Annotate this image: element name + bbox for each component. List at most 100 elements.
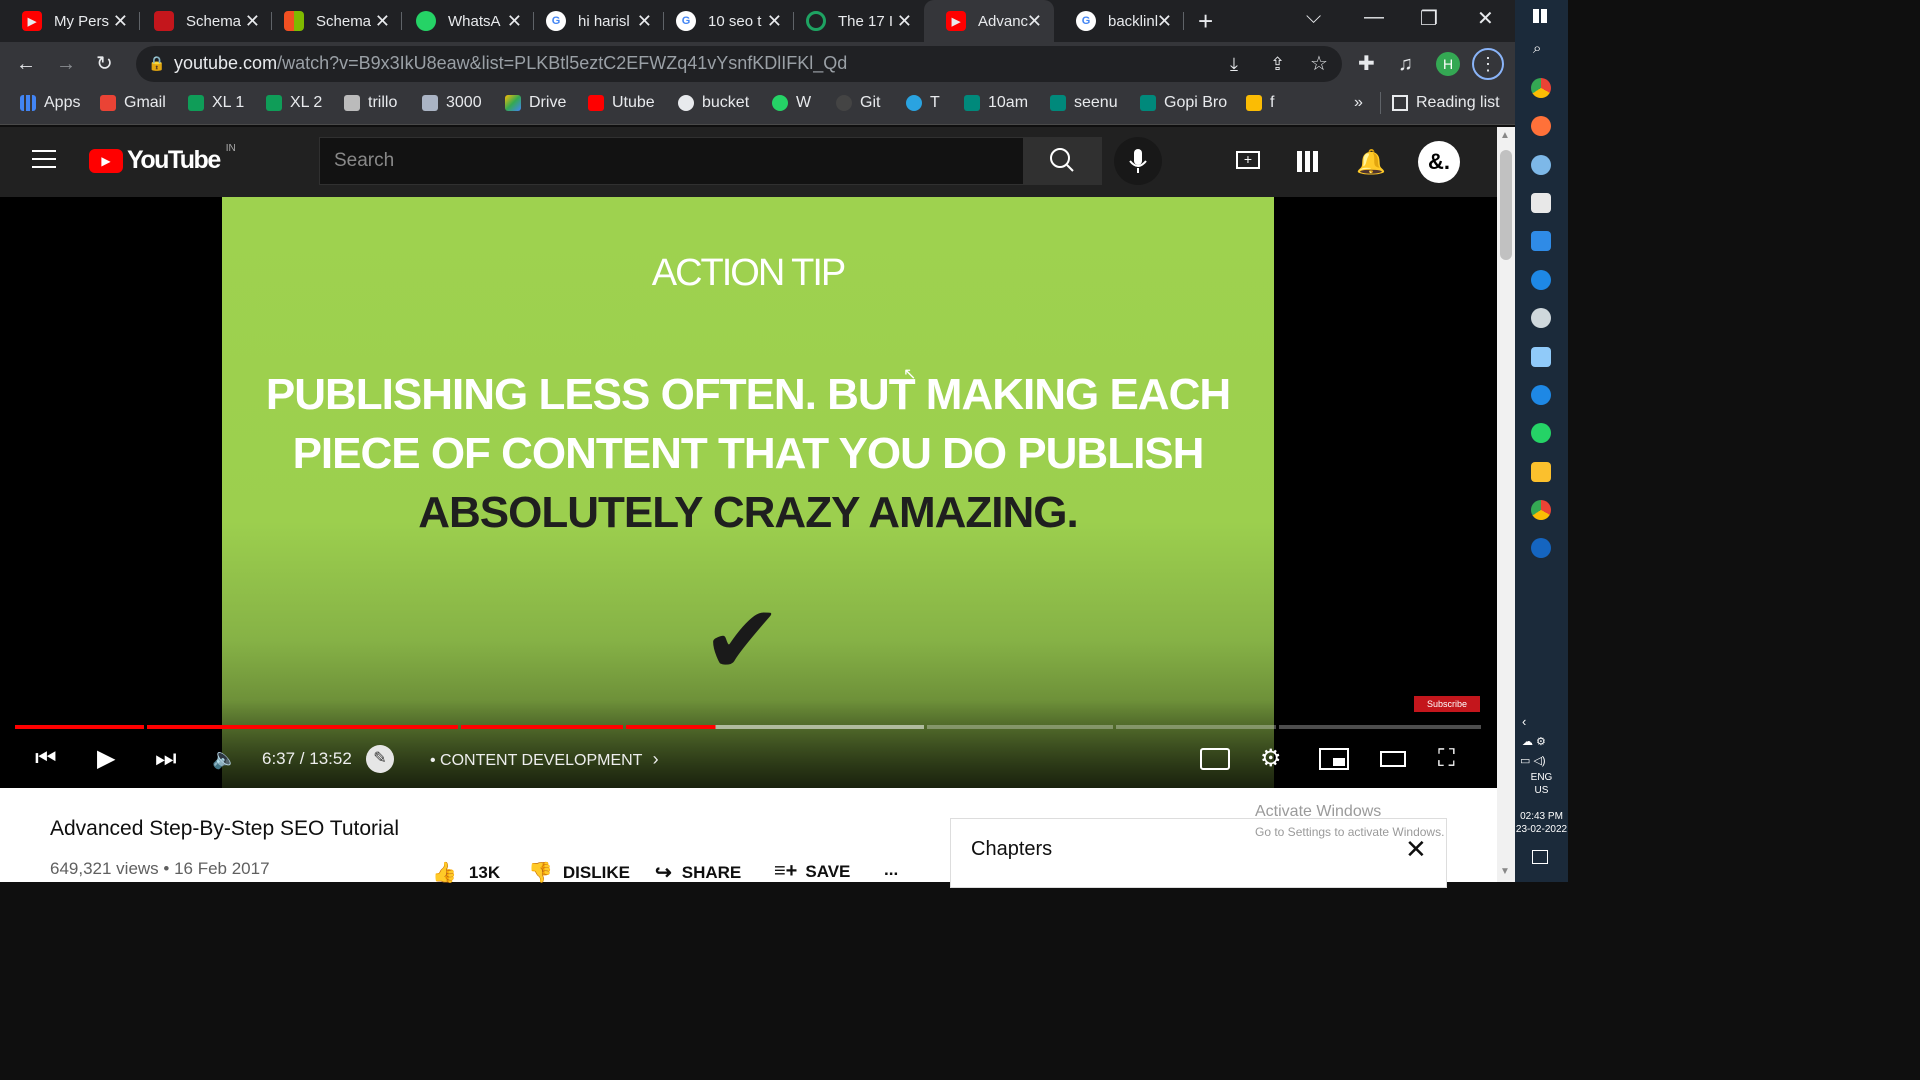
bookmark-10am[interactable]: 10am: [964, 94, 1028, 112]
progress-segment[interactable]: [1279, 725, 1481, 729]
bookmark-w[interactable]: W: [772, 94, 811, 112]
progress-segment[interactable]: [461, 725, 623, 729]
miniplayer-icon[interactable]: [1319, 748, 1349, 770]
scrollbar-thumb[interactable]: [1500, 150, 1512, 260]
progress-segment[interactable]: [626, 725, 924, 729]
bookmark-git[interactable]: Git: [836, 94, 880, 112]
close-icon[interactable]: ✕: [1027, 11, 1042, 31]
bookmark-apps[interactable]: Apps: [20, 94, 80, 112]
bookmark-xl1[interactable]: XL 1: [188, 94, 244, 112]
bookmark-drive[interactable]: Drive: [505, 94, 566, 112]
chrome-menu-icon[interactable]: ⋮: [1472, 48, 1504, 80]
browser-tab[interactable]: G hi harisl ✕: [524, 0, 664, 42]
progress-segment[interactable]: [927, 725, 1113, 729]
install-app-icon[interactable]: ⤓: [1230, 52, 1238, 76]
close-icon[interactable]: ✕: [637, 11, 652, 31]
restore-icon[interactable]: ❐: [1420, 6, 1438, 31]
subscribe-watermark[interactable]: Subscribe: [1414, 696, 1480, 712]
tab-search-chevron-icon[interactable]: ⌵: [1306, 6, 1321, 29]
browser-tab[interactable]: G backlinl ✕: [1054, 0, 1184, 42]
back-icon[interactable]: ←: [16, 52, 36, 76]
close-icon[interactable]: ✕: [897, 11, 912, 31]
app-icon[interactable]: [1531, 385, 1551, 405]
forward-icon[interactable]: →: [56, 52, 76, 76]
reading-list-button[interactable]: Reading list: [1392, 94, 1500, 112]
bookmark-gmail[interactable]: Gmail: [100, 94, 166, 112]
clock[interactable]: 02:43 PM 23-02-2022: [1515, 810, 1568, 836]
browser-tab[interactable]: WhatsA ✕: [394, 0, 534, 42]
progress-segment[interactable]: [15, 725, 144, 729]
file-explorer-icon[interactable]: [1531, 462, 1551, 482]
firefox-icon[interactable]: [1531, 116, 1551, 136]
dislike-button[interactable]: 👎 DISLIKE: [528, 860, 630, 885]
browser-tab[interactable]: ▶ My Pers ✕: [0, 0, 140, 42]
share-button[interactable]: ↪ SHARE: [655, 860, 741, 885]
chrome-icon[interactable]: [1531, 78, 1551, 98]
app-icon[interactable]: [1531, 347, 1551, 367]
chapter-button[interactable]: • CONTENT DEVELOPMENT ›: [430, 749, 659, 770]
reload-icon[interactable]: ↻: [96, 52, 113, 76]
create-video-icon[interactable]: +: [1236, 151, 1260, 169]
window-close-icon[interactable]: ✕: [1477, 6, 1494, 31]
progress-segment[interactable]: [1116, 725, 1276, 729]
lock-icon[interactable]: 🔒: [148, 55, 165, 72]
network-volume-icons[interactable]: ▭ ◁): [1520, 754, 1546, 767]
progress-segment[interactable]: [147, 725, 458, 729]
scroll-down-icon[interactable]: ▼: [1500, 866, 1510, 877]
hamburger-menu-icon[interactable]: [32, 150, 56, 168]
browser-tab[interactable]: Schema ✕: [132, 0, 272, 42]
taskbar-search-icon[interactable]: ⌕: [1533, 40, 1541, 57]
whatsapp-icon[interactable]: [1531, 423, 1551, 443]
fullscreen-icon[interactable]: ⛶: [1438, 744, 1455, 774]
app-icon[interactable]: [1531, 538, 1551, 558]
search-button[interactable]: [1024, 137, 1102, 185]
youtube-logo[interactable]: ▶ YouTube IN: [89, 143, 236, 175]
vscode-icon[interactable]: [1531, 231, 1551, 251]
bookmark-star-icon[interactable]: ☆: [1310, 52, 1328, 76]
browser-tab-active[interactable]: ▶ Advanc ✕: [924, 0, 1054, 42]
chrome-profile-icon[interactable]: [1531, 500, 1551, 520]
settings-gear-icon[interactable]: ⚙: [1260, 744, 1282, 774]
app-icon[interactable]: [1531, 193, 1551, 213]
bookmark-f[interactable]: f: [1246, 94, 1274, 112]
more-actions-button[interactable]: ...: [884, 860, 898, 880]
channel-watermark-icon[interactable]: ✎: [366, 745, 394, 773]
bookmark-bucket[interactable]: bucket: [678, 94, 749, 112]
previous-icon[interactable]: ⏮: [35, 744, 57, 774]
scroll-up-icon[interactable]: ▲: [1500, 130, 1510, 141]
volume-icon[interactable]: 🔈: [212, 744, 237, 774]
save-button[interactable]: ≡+ SAVE: [774, 860, 850, 883]
play-icon[interactable]: ▶: [97, 744, 115, 774]
input-language[interactable]: ENG US: [1515, 771, 1568, 797]
bookmark-trillo[interactable]: trillo: [344, 94, 397, 112]
browser-tab[interactable]: G 10 seo t ✕: [654, 0, 794, 42]
notifications-icon[interactable]: [1532, 850, 1548, 864]
app-icon[interactable]: [1531, 308, 1551, 328]
media-control-icon[interactable]: ♫: [1398, 52, 1413, 76]
account-avatar[interactable]: &.: [1418, 141, 1460, 183]
extensions-icon[interactable]: ✚: [1358, 52, 1375, 76]
share-page-icon[interactable]: ⇪: [1270, 52, 1285, 76]
windows-start-icon[interactable]: [1533, 9, 1547, 23]
close-icon[interactable]: ✕: [767, 11, 782, 31]
close-icon[interactable]: ✕: [113, 11, 128, 31]
close-icon[interactable]: ✕: [375, 11, 390, 31]
close-icon[interactable]: ✕: [245, 11, 260, 31]
like-button[interactable]: 👍 13K: [432, 860, 500, 885]
apps-icon[interactable]: [1297, 151, 1318, 172]
bookmark-3000[interactable]: 3000: [422, 94, 482, 112]
maps-icon[interactable]: [1531, 270, 1551, 290]
profile-avatar[interactable]: H: [1436, 52, 1460, 76]
bookmark-seenu[interactable]: seenu: [1050, 94, 1118, 112]
close-icon[interactable]: ✕: [507, 11, 522, 31]
close-icon[interactable]: ✕: [1157, 11, 1172, 31]
browser-tab[interactable]: Schema ✕: [262, 0, 402, 42]
search-input[interactable]: [319, 137, 1024, 185]
minimize-icon[interactable]: —: [1364, 6, 1384, 29]
new-tab-icon[interactable]: +: [1198, 6, 1213, 37]
tray-expand-icon[interactable]: ‹: [1522, 714, 1526, 729]
more-bookmarks-button[interactable]: »: [1354, 94, 1363, 112]
next-icon[interactable]: ⏭: [155, 744, 177, 774]
bookmark-utube[interactable]: Utube: [588, 94, 655, 112]
bookmark-gopi-bro[interactable]: Gopi Bro: [1140, 94, 1227, 112]
